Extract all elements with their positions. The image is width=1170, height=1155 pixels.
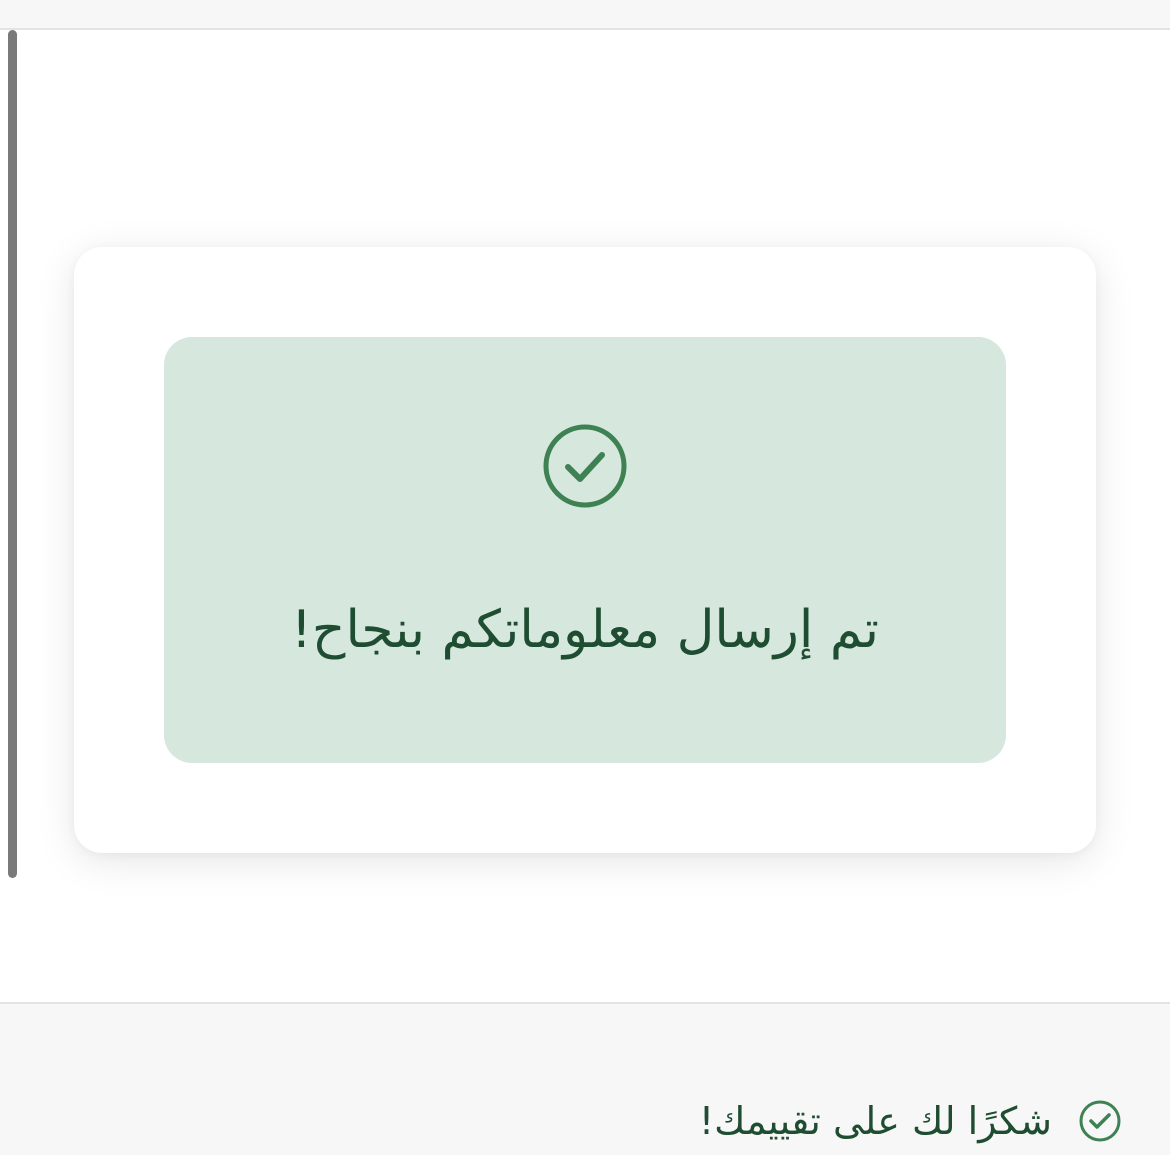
check-circle-icon xyxy=(1079,1100,1121,1142)
feedback-confirmation: شكرًا لك على تقييمك! xyxy=(699,1096,1122,1146)
feedback-thanks-text: شكرًا لك على تقييمك! xyxy=(698,1099,1052,1143)
scrollbar[interactable] xyxy=(8,30,17,878)
success-message: تم إرسال معلوماتكم بنجاح! xyxy=(291,600,879,660)
success-panel: تم إرسال معلوماتكم بنجاح! xyxy=(164,337,1006,763)
top-bar xyxy=(0,0,1170,30)
confirmation-card: تم إرسال معلوماتكم بنجاح! xyxy=(74,247,1096,853)
feedback-footer: شكرًا لك على تقييمك! xyxy=(0,1002,1170,1155)
page: تم إرسال معلوماتكم بنجاح! شكرًا لك على ت… xyxy=(0,0,1170,1155)
check-circle-icon xyxy=(543,424,627,508)
